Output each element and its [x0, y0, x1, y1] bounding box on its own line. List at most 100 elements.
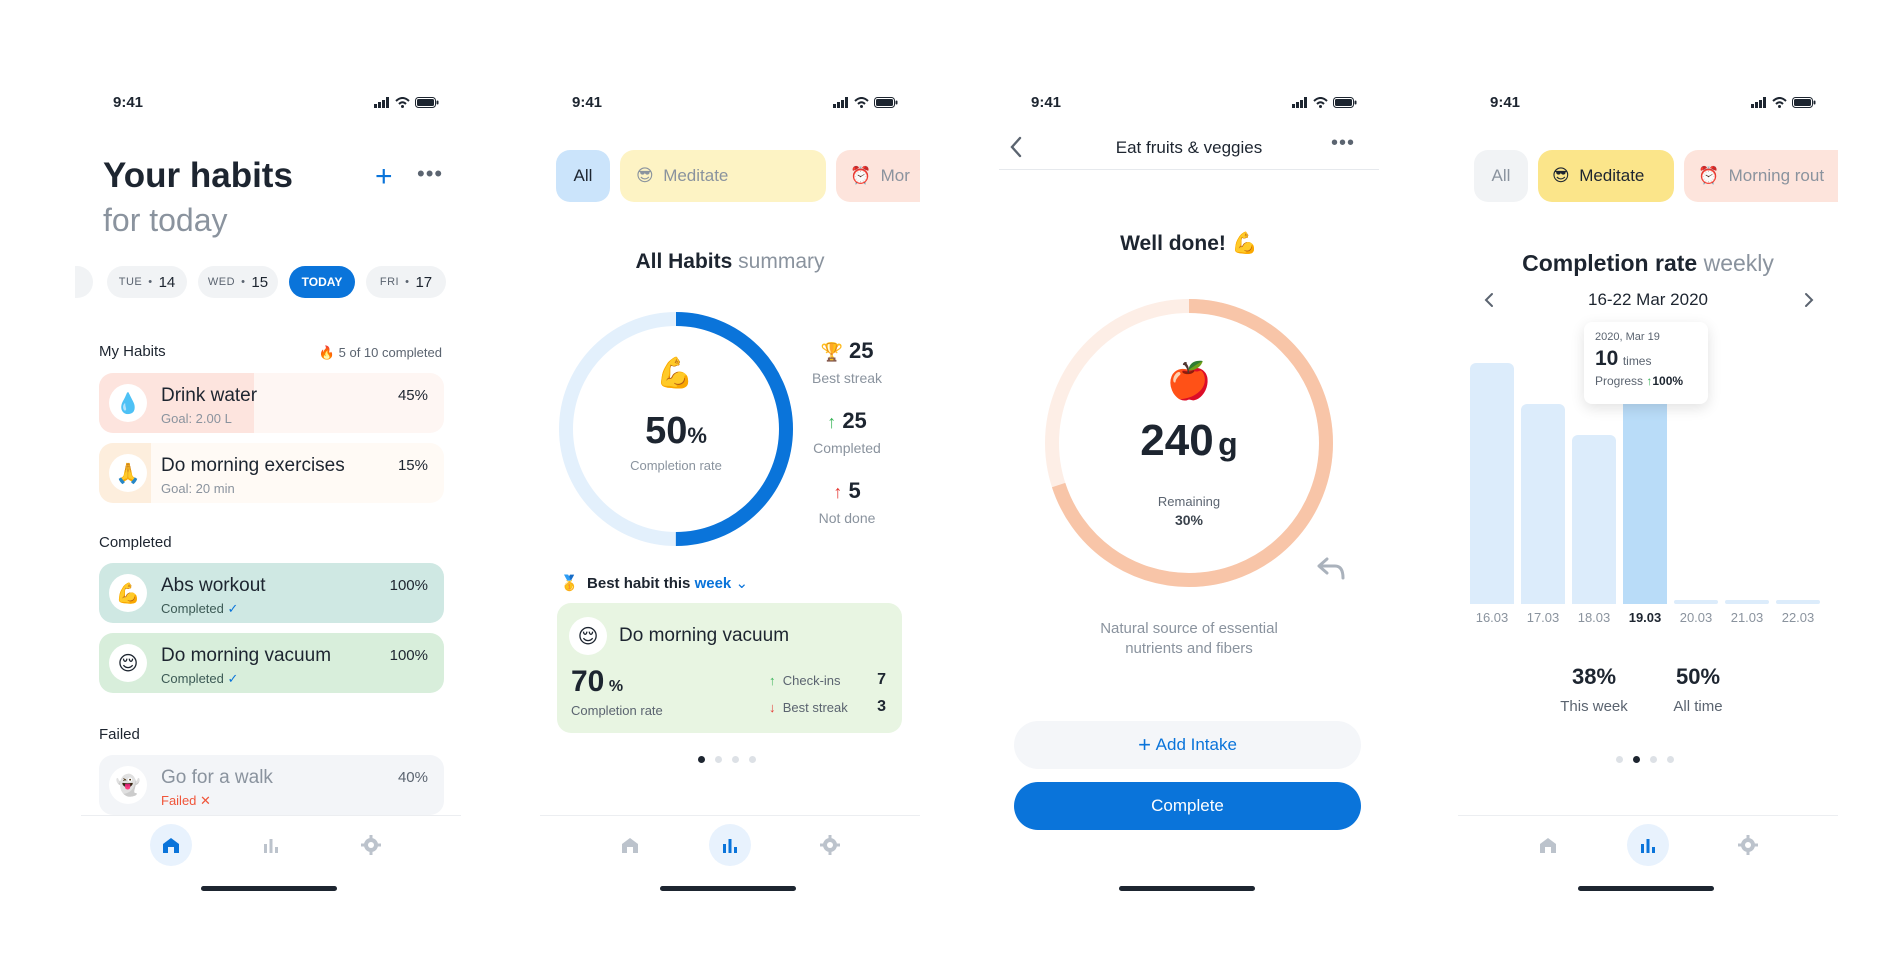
page-dot[interactable]	[1667, 756, 1674, 763]
gear-icon	[361, 835, 381, 855]
water-drop-icon: 💧	[109, 384, 147, 422]
day-chip-wed[interactable]: WED • 15	[198, 266, 278, 298]
home-icon	[1540, 838, 1556, 853]
tab-settings[interactable]	[350, 824, 392, 866]
best-habit-prefix: Best habit this	[587, 575, 691, 592]
plus-icon: +	[1138, 732, 1151, 757]
habit-status-text: Completed	[161, 671, 224, 686]
bar-21.03[interactable]	[1725, 600, 1769, 604]
chip-label: Morning rout	[1728, 166, 1825, 185]
habit-name: Abs workout	[161, 575, 266, 596]
more-options-button[interactable]: •••	[417, 163, 443, 185]
screen-habit-detail: 9:41 Eat fruits & veggies ••• Well done!…	[999, 0, 1379, 972]
completed-count-text: 5 of 10 completed	[338, 345, 442, 360]
habit-card-drink-water[interactable]: 💧 Drink water Goal: 2.00 L 45%	[99, 373, 444, 433]
tab-stats[interactable]	[1627, 824, 1669, 866]
chevron-down-icon[interactable]: ⌄	[735, 575, 748, 592]
day-dow: FRI	[379, 276, 400, 288]
bar-label: 19.03	[1628, 610, 1662, 625]
complete-button[interactable]: Complete	[1014, 782, 1361, 830]
habit-card-morning-exercises[interactable]: 🙏 Do morning exercises Goal: 20 min 15%	[99, 443, 444, 503]
tab-bar	[1458, 824, 1838, 866]
home-indicator	[1578, 886, 1714, 891]
day-chip-today[interactable]: TODAY	[289, 266, 355, 298]
best-habit-period[interactable]: week	[695, 575, 732, 592]
bar-18.03[interactable]	[1572, 435, 1616, 604]
stat-value: 5	[848, 478, 861, 503]
undo-icon[interactable]	[1317, 556, 1345, 580]
stat-value: 25	[849, 338, 874, 363]
habit-card-morning-vacuum[interactable]: 😌 Do morning vacuum Completed ✓ 100%	[99, 633, 444, 693]
gear-icon	[1738, 835, 1758, 855]
tab-bar	[540, 824, 920, 866]
page-dot[interactable]	[749, 756, 756, 763]
add-habit-button[interactable]: +	[375, 162, 393, 192]
bar-20.03[interactable]	[1674, 600, 1718, 604]
check-icon: ✓	[227, 671, 239, 686]
streak-label: Best streak	[782, 700, 848, 715]
tab-settings[interactable]	[809, 824, 851, 866]
tooltip-progress-label: Progress	[1595, 374, 1644, 388]
bar-22.03[interactable]	[1776, 600, 1820, 604]
best-habit-rate: 70 %	[571, 665, 623, 699]
stat-label: Completed	[813, 440, 881, 456]
page-dot[interactable]	[715, 756, 722, 763]
chip-meditate[interactable]: 😎 Meditate	[1538, 150, 1674, 202]
bar-16.03[interactable]	[1470, 363, 1514, 604]
day-chip-partial[interactable]	[75, 266, 93, 298]
chip-label: Meditate	[663, 166, 729, 185]
chart-title-light: weekly	[1703, 250, 1774, 276]
screen-habits-today: 9:41 Your habits for today + ••• TUE • 14 …	[75, 0, 461, 972]
check-icon: ✓	[227, 601, 239, 616]
page-dot-active[interactable]	[1633, 756, 1640, 763]
page-dot[interactable]	[1650, 756, 1657, 763]
stat-completed: ↑ 25 Completed	[797, 408, 897, 456]
tab-stats[interactable]	[709, 824, 751, 866]
add-intake-button[interactable]: + Add Intake	[1014, 721, 1361, 769]
wifi-icon	[395, 97, 410, 108]
page-dot[interactable]	[732, 756, 739, 763]
page-dots	[698, 756, 756, 763]
stat-label: Best streak	[811, 370, 883, 386]
habit-filter-chips: All 😎 Meditate ⏰ Morning rout	[1474, 150, 1838, 206]
day-chip-fri[interactable]: FRI • 17	[366, 266, 446, 298]
day-dow: TUE	[118, 276, 143, 288]
chip-meditate[interactable]: 😎 Meditate	[620, 150, 826, 202]
chip-morning-routine[interactable]: ⏰ Morning rout	[1684, 150, 1838, 202]
remaining-value: 30%	[1174, 512, 1204, 528]
tooltip-progress: 100%	[1652, 374, 1684, 388]
tab-home[interactable]	[1527, 824, 1569, 866]
chip-label: Meditate	[1579, 166, 1645, 185]
habit-filter-chips: All 😎 Meditate ⏰ Mor	[556, 150, 920, 206]
intake-value: 240 g	[999, 416, 1379, 466]
tabbar-divider	[81, 815, 461, 816]
habit-card-abs-workout[interactable]: 💪 Abs workout Completed ✓ 100%	[99, 563, 444, 623]
bar-chart-icon	[723, 839, 737, 853]
battery-icon	[1792, 97, 1816, 108]
tab-home[interactable]	[609, 824, 651, 866]
chevron-right-icon[interactable]	[1804, 292, 1814, 308]
completed-count: 🔥 5 of 10 completed	[319, 345, 442, 361]
page-dot-active[interactable]	[698, 756, 705, 763]
tab-bar	[81, 824, 461, 866]
page-dot[interactable]	[1616, 756, 1623, 763]
tab-stats[interactable]	[250, 824, 292, 866]
my-habits-label: My Habits	[99, 343, 166, 360]
habit-card-go-for-walk[interactable]: 👻 Go for a walk Failed ✕ 40%	[99, 755, 444, 815]
more-options-button[interactable]: •••	[1331, 133, 1355, 153]
best-habit-header[interactable]: 🥇 Best habit this week ⌄	[560, 574, 748, 592]
description-line: Natural source of essential	[1100, 620, 1278, 637]
habit-status-text: Completed	[161, 601, 224, 616]
chip-all[interactable]: All	[1474, 150, 1528, 202]
tab-home[interactable]	[150, 824, 192, 866]
tab-settings[interactable]	[1727, 824, 1769, 866]
medal-icon: 🥇	[560, 574, 579, 592]
chip-morning-routine[interactable]: ⏰ Mor	[836, 150, 920, 202]
chip-all[interactable]: All	[556, 150, 610, 202]
intake-unit: g	[1218, 426, 1238, 462]
bar-17.03[interactable]	[1521, 404, 1565, 604]
best-habit-card[interactable]: 😌 Do morning vacuum 70 % Completion rate…	[557, 603, 902, 733]
tabbar-divider	[540, 815, 920, 816]
day-chip-tue[interactable]: TUE • 14	[107, 266, 187, 298]
habit-status-text: Failed	[161, 793, 197, 808]
